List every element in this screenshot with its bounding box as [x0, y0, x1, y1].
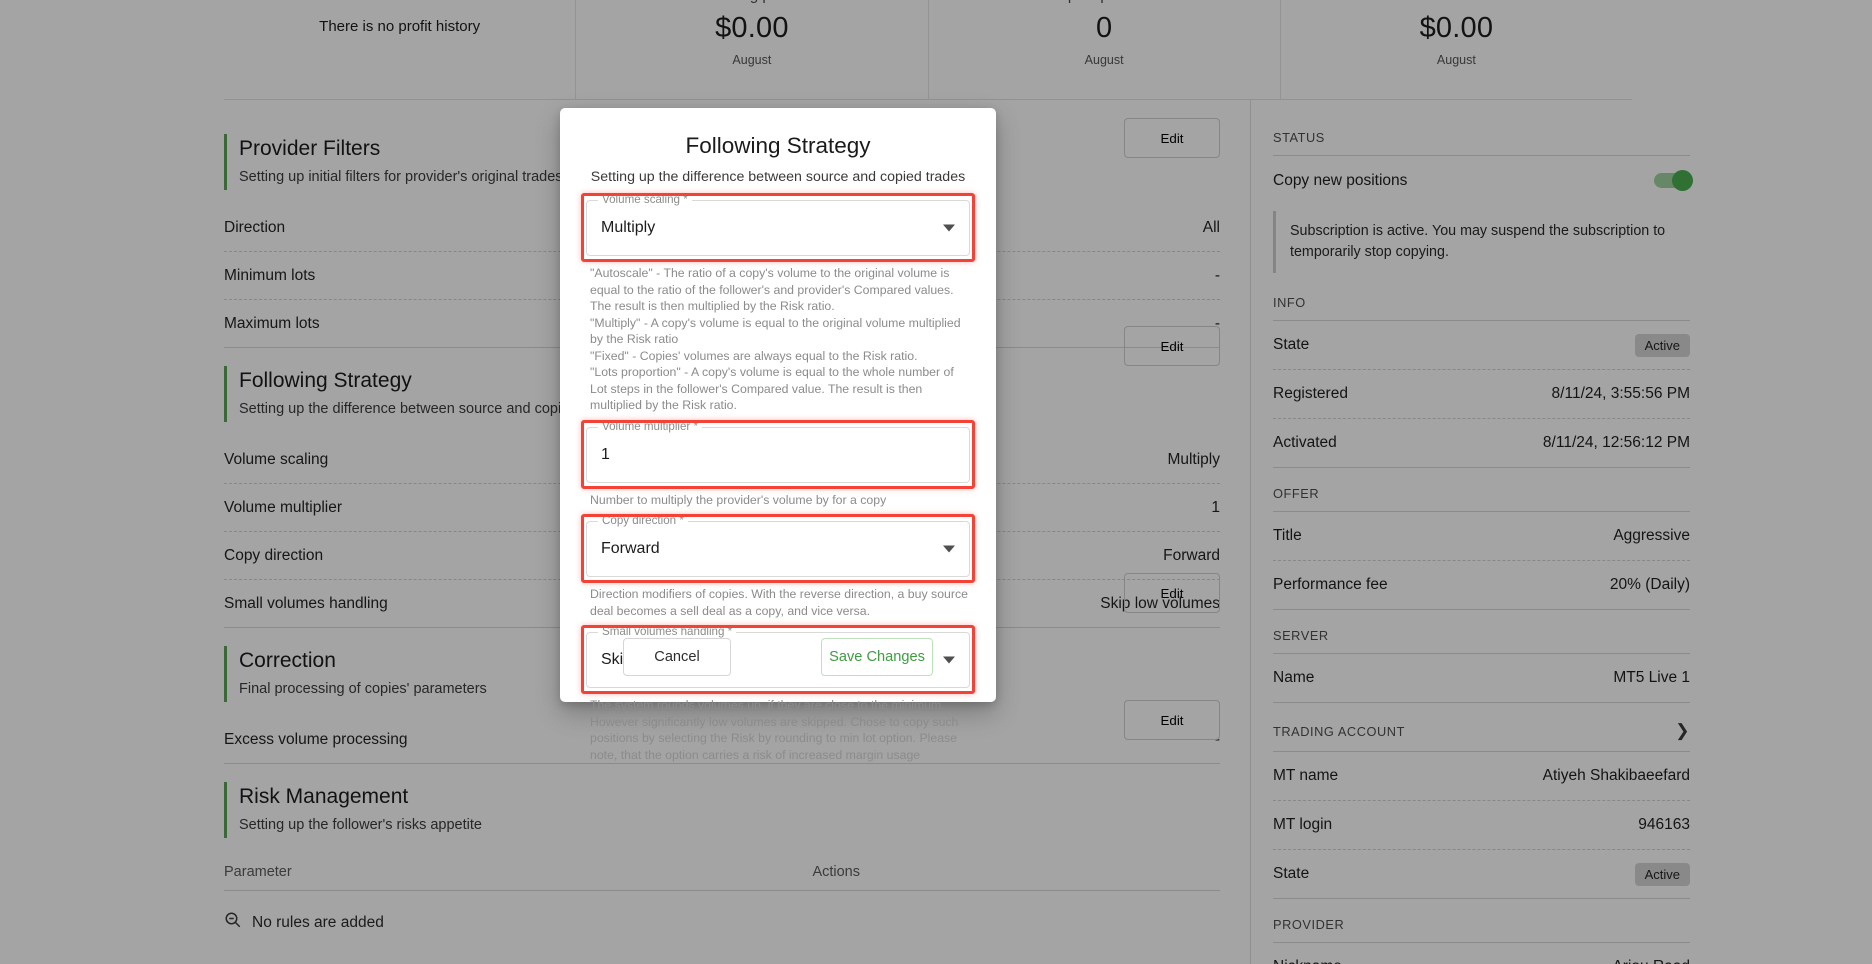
small-volumes-handling-label: Small volumes handling * — [598, 625, 737, 638]
dialog-title: Following Strategy — [685, 133, 871, 158]
volume-scaling-select[interactable]: Volume scaling * Multiply — [586, 193, 970, 256]
volume-scaling-value: Multiply — [601, 219, 656, 236]
hint-copy-direction: Direction modifiers of copies. With the … — [590, 587, 968, 618]
volume-multiplier-value: 1 — [601, 445, 610, 463]
following-strategy-dialog: Following Strategy Setting up the differ… — [560, 108, 996, 762]
chevron-down-icon[interactable] — [943, 545, 955, 553]
app-root: There is no profit history Trading profi… — [0, 0, 1872, 964]
field-copy-direction: Copy direction * Forward — [581, 514, 975, 583]
field-volume-multiplier: Volume multiplier * 1 — [581, 419, 975, 489]
hint-volume-multiplier: Number to multiply the provider's volume… — [590, 492, 887, 507]
volume-multiplier-label: Volume multiplier * — [598, 419, 703, 433]
field-volume-scaling: Volume scaling * Multiply — [581, 193, 975, 262]
hint-small-volumes-handling: The system rounds volumes up, if they ar… — [590, 698, 959, 762]
hint-volume-scaling: "Autoscale" - The ratio of a copy's volu… — [590, 266, 961, 412]
dialog-subtitle: Setting up the difference between source… — [590, 169, 966, 185]
copy-direction-value: Forward — [601, 540, 660, 557]
volume-multiplier-input[interactable]: Volume multiplier * 1 — [586, 419, 970, 483]
cancel-button[interactable]: Cancel — [623, 638, 731, 676]
copy-direction-label: Copy direction * — [598, 514, 688, 527]
chevron-down-icon[interactable] — [943, 224, 955, 232]
copy-direction-select[interactable]: Copy direction * Forward — [586, 514, 970, 577]
save-changes-button[interactable]: Save Changes — [821, 638, 933, 676]
dialog-actions: Cancel Save Changes — [560, 638, 996, 676]
volume-scaling-label: Volume scaling * — [598, 193, 692, 206]
